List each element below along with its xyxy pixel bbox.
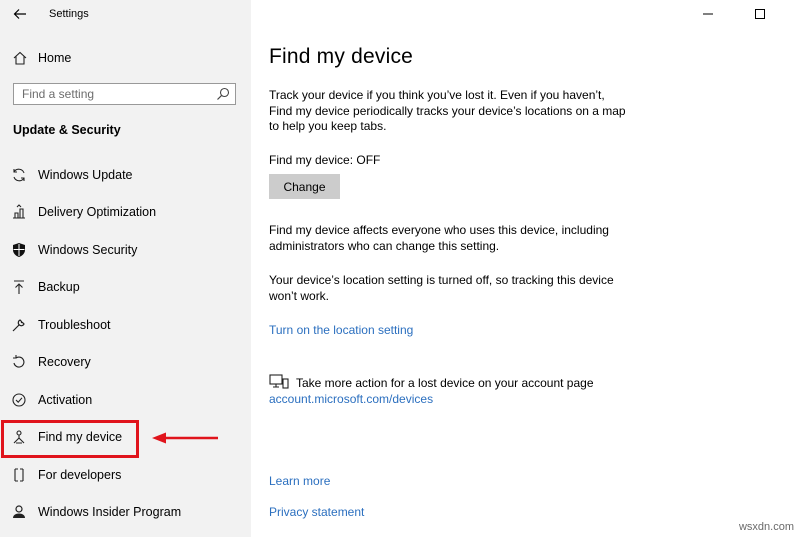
more-action-text: Take more action for a lost device on yo… [296,376,594,390]
sidebar-item-label: Recovery [38,355,91,369]
delivery-optimization-icon [13,204,25,219]
sidebar-item-delivery-optimization[interactable]: Delivery Optimization [0,194,251,230]
watermark: wsxdn.com [738,521,794,533]
more-action-section: Take more action for a lost device on yo… [269,374,649,408]
back-button[interactable] [6,3,34,25]
sidebar-item-for-developers[interactable]: For developers [0,457,251,493]
intro-text: Track your device if you think you’ve lo… [269,88,626,133]
maximize-button[interactable] [740,0,780,28]
sidebar-item-label: Activation [38,393,93,407]
back-arrow-icon [13,9,26,19]
change-button[interactable]: Change [269,174,340,199]
sidebar: Settings Home Update & Security Windows … [0,0,252,537]
search-icon[interactable] [216,87,230,101]
backup-arrow-icon [14,280,24,294]
turn-on-location-link[interactable]: Turn on the location setting [269,323,413,337]
sidebar-item-label: Delivery Optimization [38,205,157,219]
sidebar-item-label: Troubleshoot [38,318,111,332]
sidebar-item-windows-update[interactable]: Windows Update [0,157,251,193]
sidebar-item-label: Windows Update [38,168,133,182]
search-input[interactable] [14,84,212,104]
wrench-icon [12,319,25,332]
sidebar-item-recovery[interactable]: Recovery [0,344,251,380]
account-devices-link[interactable]: account.microsoft.com/devices [269,392,433,406]
recovery-icon [13,355,25,368]
title-bar: Settings [0,0,251,30]
home-label: Home [38,51,72,65]
learn-more-link[interactable]: Learn more [269,474,330,488]
annotation-arrow-icon [152,432,218,444]
affects-text: Find my device affects everyone who uses… [269,223,609,253]
page-title: Find my device [269,45,414,68]
sidebar-item-label: Find my device [38,430,123,444]
sync-icon [13,168,25,182]
sidebar-item-troubleshoot[interactable]: Troubleshoot [0,307,251,343]
sidebar-item-backup[interactable]: Backup [0,269,251,305]
sidebar-item-label: Backup [38,280,80,294]
privacy-statement-link[interactable]: Privacy statement [269,505,364,519]
find-device-icon [13,430,25,444]
activation-check-icon [12,393,26,407]
location-off-text: Your device’s location setting is turned… [269,273,614,303]
home-nav-item[interactable]: Home [0,46,251,70]
shield-icon [13,243,25,257]
minimize-button[interactable] [688,0,728,28]
window-title: Settings [49,8,89,20]
maximize-icon [755,9,765,19]
sidebar-item-label: Windows Insider Program [38,505,182,519]
insider-icon [13,505,25,518]
search-box[interactable] [13,83,236,105]
minimize-icon [703,13,713,15]
sidebar-item-label: Windows Security [38,243,138,257]
sidebar-item-label: For developers [38,468,122,482]
main-content: Find my device Track your device if you … [251,0,800,537]
section-title: Update & Security [13,123,121,137]
sidebar-item-windows-insider-program[interactable]: Windows Insider Program [0,494,251,530]
developer-icon [14,468,24,482]
devices-icon [269,374,289,389]
sidebar-item-activation[interactable]: Activation [0,382,251,418]
find-my-device-status: Find my device: OFF [269,153,381,167]
home-icon [13,51,27,65]
sidebar-item-windows-security[interactable]: Windows Security [0,232,251,268]
